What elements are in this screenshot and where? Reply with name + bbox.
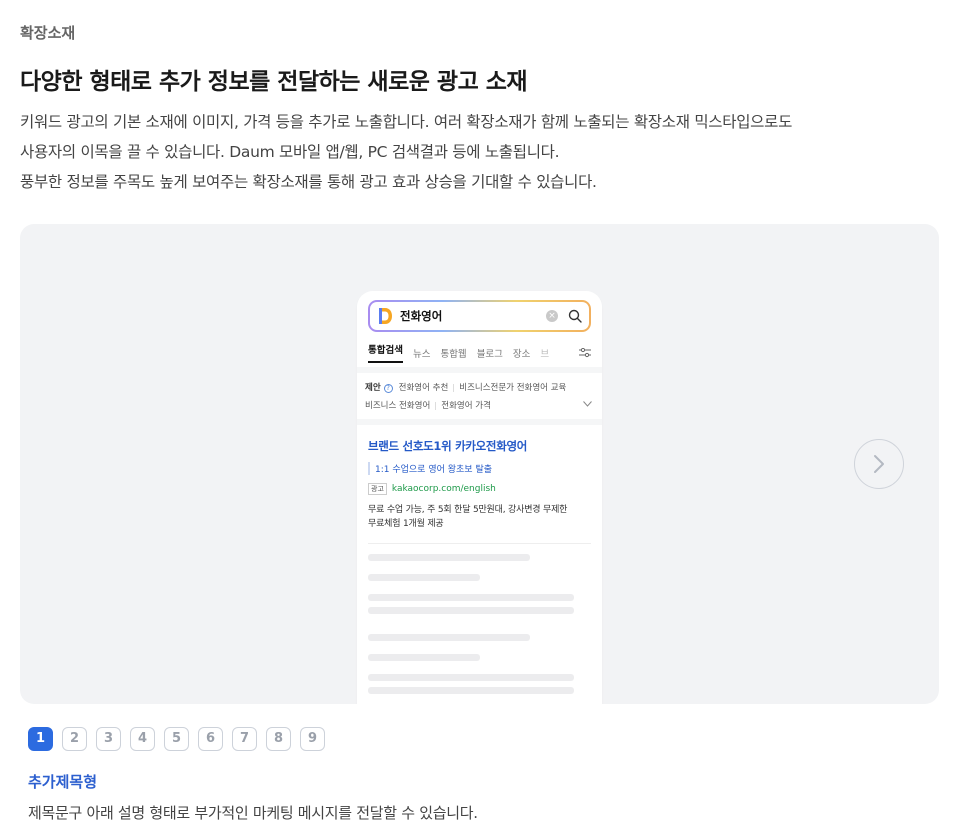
page-button-7[interactable]: 7 <box>232 727 257 751</box>
clear-icon[interactable]: × <box>546 310 558 322</box>
ad-description-line: 무료 수업 가능, 주 5회 한달 5만원대, 강사변경 무제한 <box>368 505 568 515</box>
page-title: 다양한 형태로 추가 정보를 전달하는 새로운 광고 소재 <box>20 69 528 95</box>
phone-header: 전화영어 × 통합검색 뉴스 통합웹 블로그 장소 브 <box>357 291 602 367</box>
skeleton-line <box>368 554 530 561</box>
search-bar[interactable]: 전화영어 × <box>368 300 591 332</box>
filter-icon[interactable] <box>579 347 591 358</box>
suggest-item[interactable]: 비즈니스 전화영어 <box>365 397 430 415</box>
ad-url-row: 광고 kakaocorp.com/english <box>368 483 591 495</box>
skeleton-line <box>368 654 480 661</box>
divider <box>368 543 591 544</box>
page-button-2[interactable]: 2 <box>62 727 87 751</box>
carousel-next-button[interactable] <box>854 439 904 489</box>
ad-description: 무료 수업 가능, 주 5회 한달 5만원대, 강사변경 무제한 무료체험 1개… <box>368 503 591 531</box>
carousel-pagination: 1 2 3 4 5 6 7 8 9 <box>28 727 334 751</box>
ad-description-line: 무료체험 1개월 제공 <box>368 519 444 529</box>
help-icon[interactable]: ? <box>383 383 393 393</box>
feature-title: 추가제목형 <box>28 773 98 791</box>
tab-blog[interactable]: 블로그 <box>477 346 503 360</box>
ad-card: 브랜드 선호도1위 카카오전화영어 1:1 수업으로 영어 왕초보 탈출 광고 … <box>357 425 602 704</box>
chevron-down-icon[interactable] <box>583 401 592 407</box>
page-button-4[interactable]: 4 <box>130 727 155 751</box>
divider <box>435 402 437 410</box>
ad-title[interactable]: 브랜드 선호도1위 카카오전화영어 <box>368 438 591 454</box>
search-query: 전화영어 <box>400 309 443 323</box>
section-eyebrow: 확장소재 <box>20 24 76 42</box>
ad-url[interactable]: kakaocorp.com/english <box>392 484 496 494</box>
page-button-8[interactable]: 8 <box>266 727 291 751</box>
carousel-stage: 전화영어 × 통합검색 뉴스 통합웹 블로그 장소 브 제안 ? 전화영어 추천… <box>20 224 939 704</box>
suggest-label: 제안 <box>365 383 381 393</box>
ad-subtitle[interactable]: 1:1 수업으로 영어 왕초보 탈출 <box>368 462 591 475</box>
feature-description: 제목문구 아래 설명 형태로 부가적인 마케팅 메시지를 전달할 수 있습니다. <box>28 804 478 822</box>
chevron-right-icon <box>874 455 884 473</box>
description-line: 사용자의 이목을 끌 수 있습니다. Daum 모바일 앱/웹, PC 검색결과… <box>20 143 560 161</box>
tab-news[interactable]: 뉴스 <box>413 346 430 360</box>
page-button-3[interactable]: 3 <box>96 727 121 751</box>
page-button-1[interactable]: 1 <box>28 727 53 751</box>
daum-logo-icon <box>379 308 392 324</box>
description-line: 키워드 광고의 기본 소재에 이미지, 가격 등을 추가로 노출합니다. 여러 … <box>20 113 793 131</box>
search-icon[interactable] <box>568 309 582 323</box>
tab-web[interactable]: 통합웹 <box>440 346 466 360</box>
skeleton-line <box>368 674 574 681</box>
search-tabs: 통합검색 뉴스 통합웹 블로그 장소 브 <box>368 342 591 363</box>
suggest-item[interactable]: 비즈니스전문가 전화영어 교육 <box>459 379 566 397</box>
description-line: 풍부한 정보를 주목도 높게 보여주는 확장소재를 통해 광고 효과 상승을 기… <box>20 173 597 191</box>
suggest-row: 제안 ? 전화영어 추천 비즈니스전문가 전화영어 교육 <box>365 379 594 397</box>
tab-more[interactable]: 브 <box>540 346 549 360</box>
phone-mockup: 전화영어 × 통합검색 뉴스 통합웹 블로그 장소 브 제안 ? 전화영어 추천… <box>357 291 602 704</box>
related-suggestions: 제안 ? 전화영어 추천 비즈니스전문가 전화영어 교육 비즈니스 전화영어 전… <box>357 373 602 419</box>
page-button-6[interactable]: 6 <box>198 727 223 751</box>
skeleton-line <box>368 574 480 581</box>
suggest-item[interactable]: 전화영어 추천 <box>399 379 449 397</box>
divider <box>453 384 455 392</box>
tab-integrated[interactable]: 통합검색 <box>368 342 403 363</box>
suggest-row: 비즈니스 전화영어 전화영어 가격 <box>365 397 594 415</box>
ad-badge: 광고 <box>368 483 387 495</box>
skeleton-line <box>368 594 574 601</box>
page-description: 키워드 광고의 기본 소재에 이미지, 가격 등을 추가로 노출합니다. 여러 … <box>20 107 940 197</box>
page-button-5[interactable]: 5 <box>164 727 189 751</box>
page-button-9[interactable]: 9 <box>300 727 325 751</box>
skeleton-line <box>368 687 574 694</box>
tab-place[interactable]: 장소 <box>513 346 530 360</box>
suggest-item[interactable]: 전화영어 가격 <box>441 397 491 415</box>
skeleton-line <box>368 607 574 614</box>
skeleton-line <box>368 634 530 641</box>
